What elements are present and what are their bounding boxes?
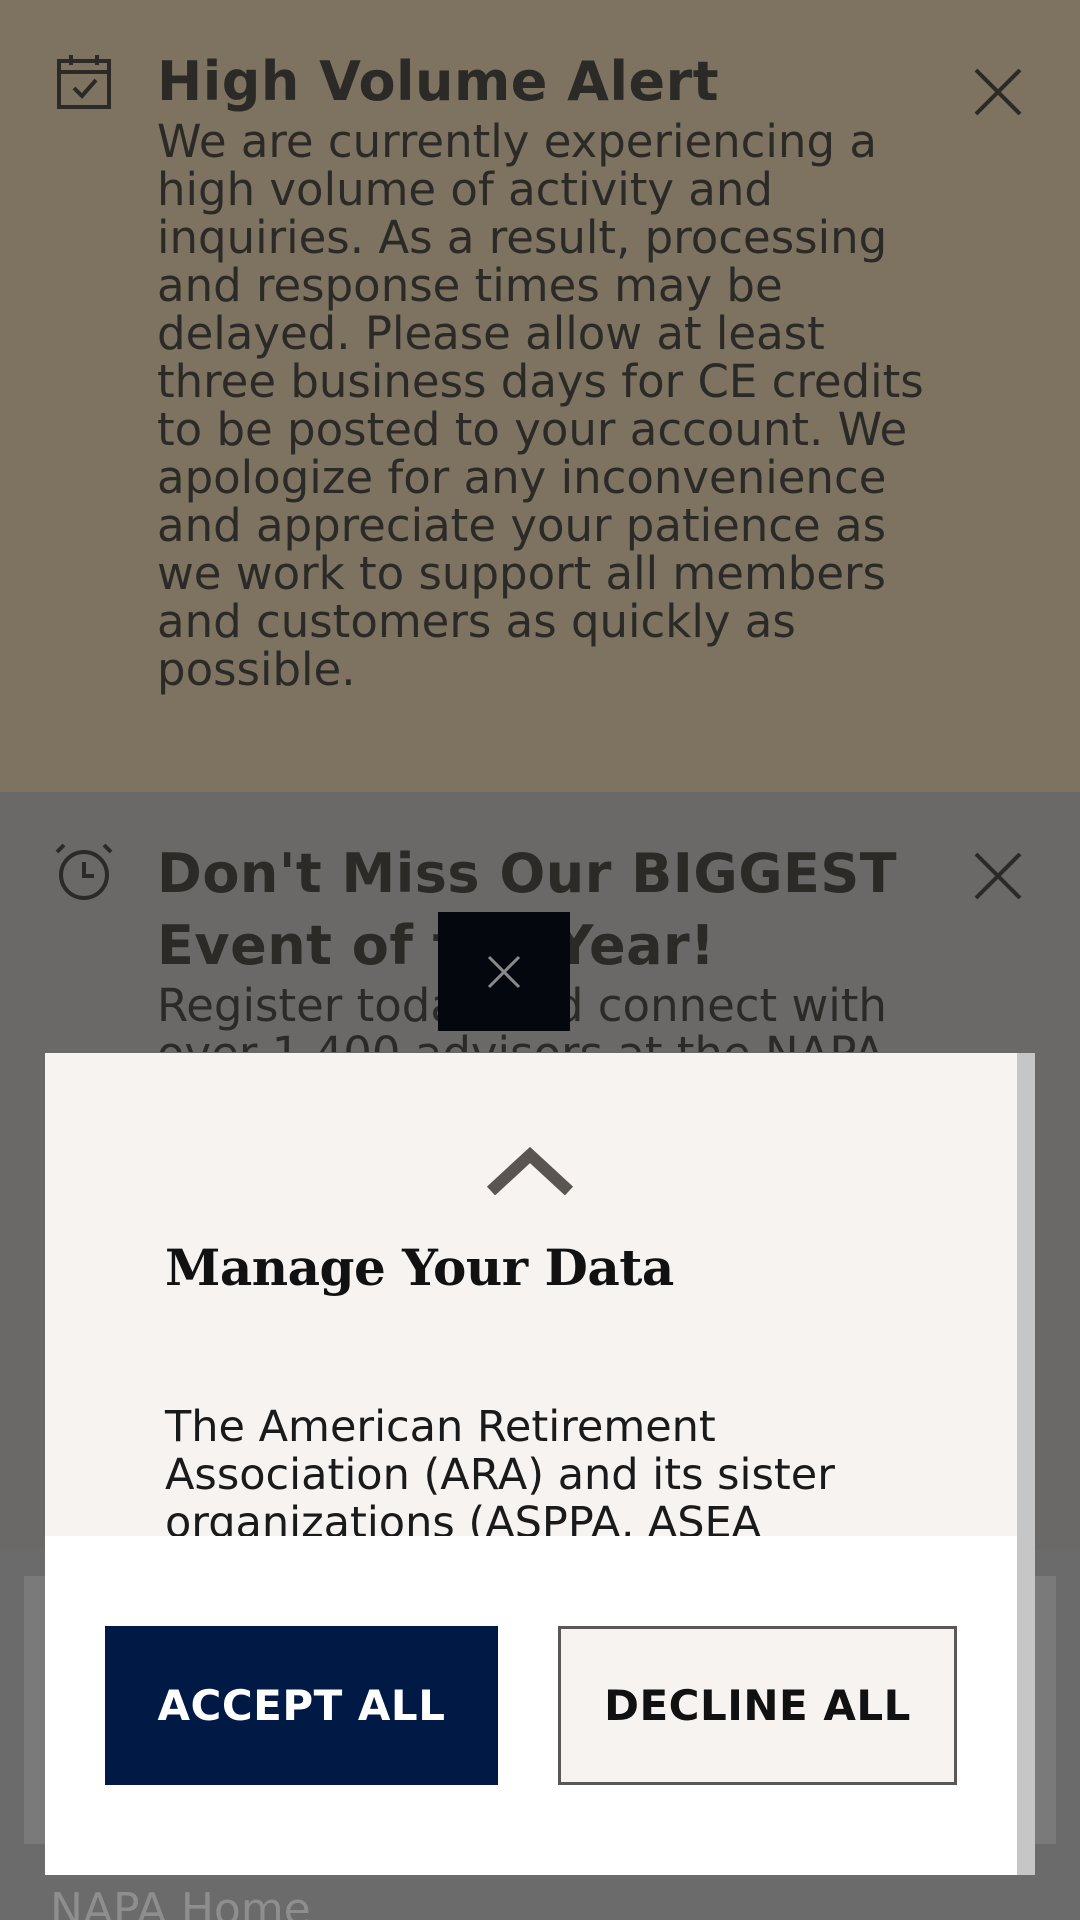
accept-all-button[interactable]: ACCEPT ALL [105,1626,498,1785]
scrollbar[interactable] [1017,1053,1035,1875]
modal-scroll-area[interactable]: Manage Your Data The American Retirement… [45,1053,1017,1536]
close-icon [487,955,521,988]
modal-close-button[interactable] [438,912,570,1031]
modal-description: The American Retirement Association (ARA… [165,1402,835,1536]
decline-all-button[interactable]: DECLINE ALL [558,1626,957,1785]
modal-title: Manage Your Data [165,1238,674,1297]
chevron-up-icon[interactable] [485,1145,575,1195]
